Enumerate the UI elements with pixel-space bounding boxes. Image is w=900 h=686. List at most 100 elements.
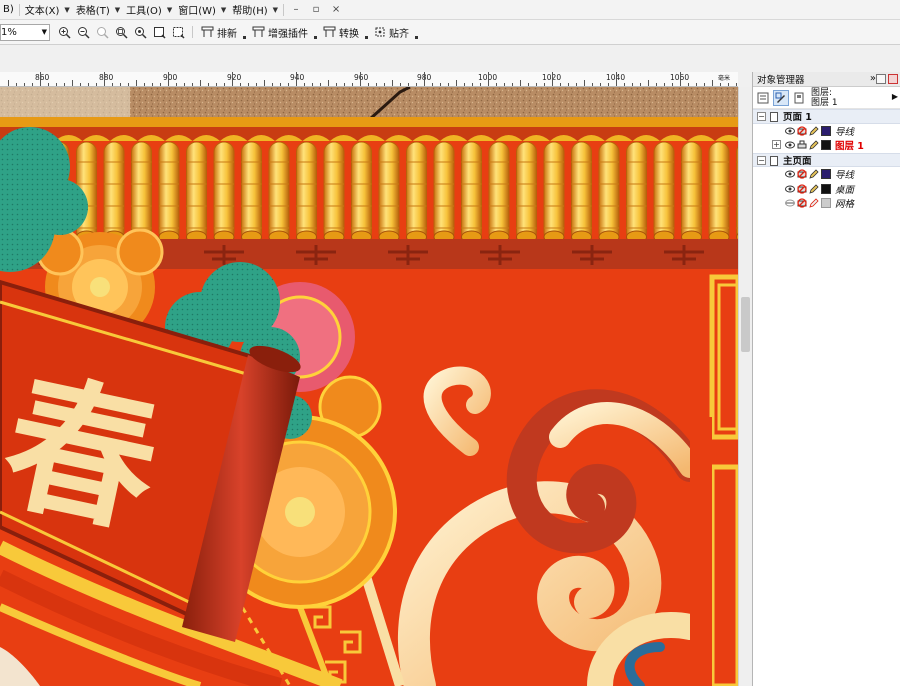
drawing-canvas[interactable]: 春 xyxy=(0,87,738,686)
convert-button[interactable]: 转换 xyxy=(319,20,363,45)
collapse-icon[interactable]: − xyxy=(757,112,766,121)
zoom-selected-icon[interactable] xyxy=(113,24,130,41)
ruler-tick xyxy=(192,83,193,86)
ruler-tick xyxy=(728,83,729,86)
panel-title: 对象管理器 xyxy=(757,75,805,86)
page-row[interactable]: − 页面 1 xyxy=(753,109,900,124)
pencil-icon[interactable] xyxy=(809,126,819,136)
layer-color-swatch[interactable] xyxy=(821,140,831,151)
ruler-tick xyxy=(136,80,137,86)
ruler-tick xyxy=(368,83,369,86)
scrollbar-thumb[interactable] xyxy=(741,297,750,352)
zoom-in-icon[interactable] xyxy=(56,24,73,41)
ruler-tick xyxy=(200,80,201,86)
menu-item-help[interactable]: 帮助(H) ▼ xyxy=(229,0,281,20)
layer-row[interactable]: 网格 xyxy=(753,196,900,211)
ruler-tick xyxy=(560,83,561,86)
dropdown-dot-icon xyxy=(243,35,246,39)
ruler-tick xyxy=(384,83,385,86)
close-button[interactable]: × xyxy=(326,4,346,15)
print-disabled-icon[interactable] xyxy=(797,126,807,136)
ruler-tick xyxy=(720,83,721,86)
zoom-width-icon[interactable] xyxy=(170,24,187,41)
layer-color-swatch[interactable] xyxy=(821,198,831,209)
horizontal-ruler[interactable]: 860 880 900 920 940 960 980 1000 1020 10… xyxy=(0,72,738,87)
close-panel-button[interactable] xyxy=(888,74,898,84)
minimize-panel-button[interactable] xyxy=(876,74,886,84)
edit-across-layers-icon[interactable] xyxy=(773,89,789,106)
layer-color-swatch[interactable] xyxy=(821,183,831,194)
layer-row[interactable]: 导线 xyxy=(753,167,900,182)
menu-item-table[interactable]: 表格(T) ▼ xyxy=(73,0,123,20)
roof-tile xyxy=(296,141,317,244)
eye-icon[interactable] xyxy=(785,184,795,194)
master-page-row[interactable]: − 主页面 xyxy=(753,152,900,167)
print-disabled-icon[interactable] xyxy=(797,198,807,208)
eye-icon[interactable] xyxy=(785,126,795,136)
eye-icon[interactable] xyxy=(785,169,795,179)
ruler-tick xyxy=(640,83,641,86)
ruler-tick xyxy=(176,83,177,86)
pencil-icon[interactable] xyxy=(809,184,819,194)
expand-icon[interactable]: + xyxy=(772,140,781,149)
menu-item-partial[interactable]: B) xyxy=(0,0,17,20)
dropdown-dot-icon xyxy=(415,35,418,39)
layer-toggles xyxy=(785,140,833,151)
layer-color-swatch[interactable] xyxy=(821,169,831,180)
menu-item-text[interactable]: 文本(X) ▼ xyxy=(22,0,73,20)
pencil-disabled-icon[interactable] xyxy=(809,198,819,208)
arrange-label: 排新 xyxy=(217,28,237,40)
arrange-button[interactable]: 排新 xyxy=(197,20,241,45)
restore-button[interactable]: ▫ xyxy=(306,4,326,15)
current-layer-info: 图层: 图层 1 xyxy=(811,88,838,108)
ruler-tick xyxy=(424,72,425,86)
roof-tile xyxy=(406,141,427,244)
ruler-tick xyxy=(680,72,681,86)
zoom-page-icon[interactable] xyxy=(151,24,168,41)
menu-item-tools[interactable]: 工具(O) ▼ xyxy=(123,0,175,20)
layer-row[interactable]: 桌面 xyxy=(753,182,900,197)
print-disabled-icon[interactable] xyxy=(797,169,807,179)
ruler-tick xyxy=(736,83,737,86)
ruler-tick xyxy=(584,80,585,86)
layer-name: 桌面 xyxy=(835,184,855,196)
ruler-tick xyxy=(144,83,145,86)
layer-row[interactable]: 导线 xyxy=(753,124,900,139)
layer-color-swatch[interactable] xyxy=(821,125,831,136)
ruler-tick xyxy=(336,83,337,86)
menu-item-window[interactable]: 窗口(W) ▼ xyxy=(175,0,229,20)
layer-row-active[interactable]: + 图层 1 xyxy=(753,138,900,153)
zoom-all-icon[interactable] xyxy=(132,24,149,41)
pencil-icon[interactable] xyxy=(809,169,819,179)
minimize-button[interactable]: – xyxy=(286,4,306,15)
ruler-tick xyxy=(448,83,449,86)
snap-button[interactable]: 贴齐 xyxy=(370,20,413,45)
menu-label: B) xyxy=(3,4,14,15)
zoom-level-select[interactable]: 1% ▼ xyxy=(0,23,50,41)
page-icon xyxy=(770,155,778,166)
eye-icon[interactable] xyxy=(785,140,795,150)
dropdown-arrow-icon: ▼ xyxy=(166,5,173,14)
vertical-scrollbar[interactable] xyxy=(738,87,752,686)
plugin-icon xyxy=(252,26,265,37)
roof-tile xyxy=(131,141,152,244)
ruler-tick xyxy=(656,83,657,86)
collapse-icon[interactable]: − xyxy=(757,155,766,165)
ruler-tick xyxy=(56,83,57,86)
ruler-tick xyxy=(128,83,129,86)
printer-icon[interactable] xyxy=(797,140,807,150)
master-page-label: 主页面 xyxy=(783,155,812,167)
ruler-tick xyxy=(496,83,497,86)
eye-hidden-icon[interactable] xyxy=(785,198,795,208)
enhance-plugin-button[interactable]: 增强插件 xyxy=(248,20,312,45)
pencil-icon[interactable] xyxy=(809,140,819,150)
print-disabled-icon[interactable] xyxy=(797,184,807,194)
show-properties-icon[interactable] xyxy=(755,90,771,106)
layer-manager-view-icon[interactable] xyxy=(791,90,807,106)
zoom-out-icon[interactable] xyxy=(75,24,92,41)
dropdown-arrow-icon: ▼ xyxy=(220,5,227,14)
ruler-tick xyxy=(400,83,401,86)
ruler-tick xyxy=(256,83,257,86)
arrow-right-icon[interactable]: ▶ xyxy=(892,92,898,101)
menu-bar: B) 文本(X) ▼ 表格(T) ▼ 工具(O) ▼ 窗口(W) ▼ 帮助(H) ▼ – … xyxy=(0,0,900,20)
